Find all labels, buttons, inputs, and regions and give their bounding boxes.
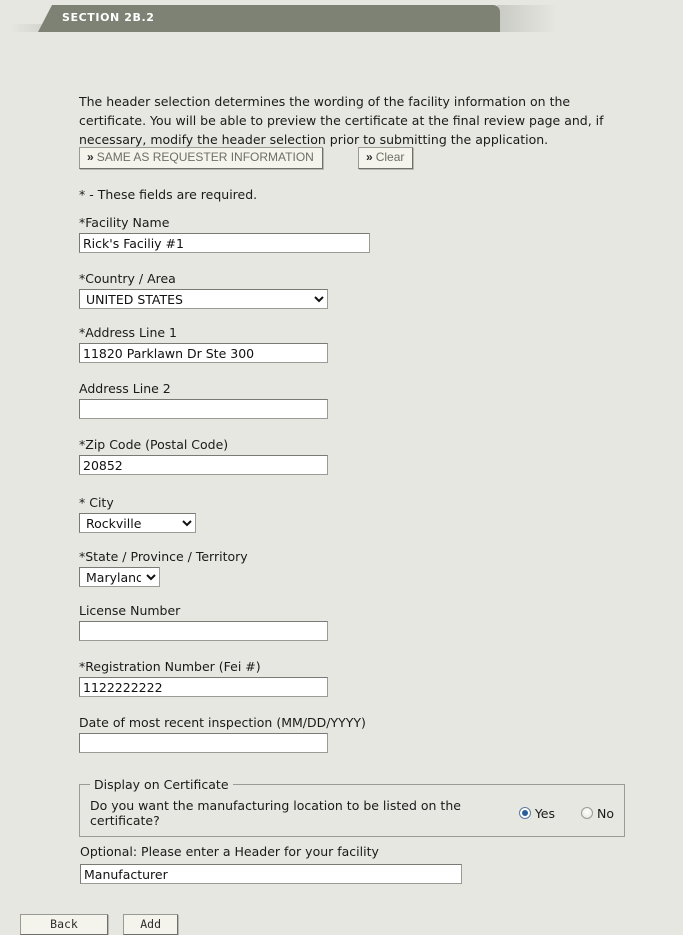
display-on-certificate-legend: Display on Certificate xyxy=(94,777,229,792)
display-yes-radio[interactable] xyxy=(518,807,531,819)
inspection-date-input[interactable] xyxy=(79,733,328,753)
display-yes-label: Yes xyxy=(534,805,555,821)
same-as-requester-button-label: SAME AS REQUESTER INFORMATION xyxy=(96,150,314,164)
address-line-1-label: *Address Line 1 xyxy=(79,325,177,340)
display-on-certificate-question-row: Do you want the manufacturing location t… xyxy=(90,798,614,828)
field-city: * City Rockville xyxy=(79,495,196,533)
field-country-area: *Country / Area UNITED STATES xyxy=(79,271,328,309)
license-number-input[interactable] xyxy=(79,621,328,641)
registration-number-input[interactable] xyxy=(79,677,328,697)
optional-header-input-wrap xyxy=(80,864,462,884)
field-inspection-date: Date of most recent inspection (MM/DD/YY… xyxy=(79,715,366,753)
optional-header-label: Optional: Please enter a Header for your… xyxy=(80,844,379,859)
add-button[interactable]: Add xyxy=(123,914,179,935)
facility-name-label: *Facility Name xyxy=(79,215,170,230)
clear-button-wrap: » Clear xyxy=(358,147,414,169)
field-license-number: License Number xyxy=(79,603,328,641)
field-zip-code: *Zip Code (Postal Code) xyxy=(79,437,328,475)
field-registration-number: *Registration Number (Fei #) xyxy=(79,659,328,697)
optional-header-input[interactable] xyxy=(80,864,462,884)
required-fields-note: * - These fields are required. xyxy=(79,187,258,202)
clear-button-label: Clear xyxy=(375,150,405,164)
address-line-2-input[interactable] xyxy=(79,399,328,419)
field-address-line-1: *Address Line 1 xyxy=(79,325,328,363)
zip-code-label: *Zip Code (Postal Code) xyxy=(79,437,229,452)
display-no-option[interactable]: No xyxy=(581,806,614,821)
field-state: *State / Province / Territory Maryland xyxy=(79,549,248,587)
field-address-line-2: Address Line 2 xyxy=(79,381,328,419)
same-as-requester-button-wrap: » SAME AS REQUESTER INFORMATION xyxy=(79,147,323,169)
footer-button-row: Back Add xyxy=(20,914,179,935)
intro-paragraph: The header selection determines the word… xyxy=(79,93,604,147)
section-tab-label: SECTION 2B.2 xyxy=(62,11,155,24)
display-on-certificate-fieldset: Display on Certificate Do you want the m… xyxy=(79,777,625,837)
address-line-2-label: Address Line 2 xyxy=(79,381,171,396)
display-no-label: No xyxy=(597,805,614,821)
section-tab-bar: SECTION 2B.2 xyxy=(0,0,683,34)
same-as-requester-button[interactable]: » SAME AS REQUESTER INFORMATION xyxy=(79,147,323,169)
zip-code-input[interactable] xyxy=(79,455,328,475)
country-area-label: *Country / Area xyxy=(79,271,176,286)
tab-right-shadow xyxy=(497,5,557,32)
state-select[interactable]: Maryland xyxy=(79,567,160,587)
display-yes-option[interactable]: Yes xyxy=(518,805,555,821)
address-line-1-input[interactable] xyxy=(79,343,328,363)
city-label: * City xyxy=(79,495,114,510)
display-on-certificate-question: Do you want the manufacturing location t… xyxy=(90,798,461,828)
clear-button[interactable]: » Clear xyxy=(358,147,414,169)
field-facility-name: *Facility Name xyxy=(79,215,370,253)
back-button[interactable]: Back xyxy=(20,914,108,935)
registration-number-label: *Registration Number (Fei #) xyxy=(79,659,261,674)
facility-name-input[interactable] xyxy=(79,233,370,253)
state-label: *State / Province / Territory xyxy=(79,549,248,564)
license-number-label: License Number xyxy=(79,603,181,618)
display-no-radio[interactable] xyxy=(581,807,593,819)
city-select[interactable]: Rockville xyxy=(79,513,196,533)
chevron-double-right-icon: » xyxy=(366,150,373,164)
inspection-date-label: Date of most recent inspection (MM/DD/YY… xyxy=(79,715,366,730)
chevron-double-right-icon: » xyxy=(87,150,94,164)
country-area-select[interactable]: UNITED STATES xyxy=(79,289,328,309)
